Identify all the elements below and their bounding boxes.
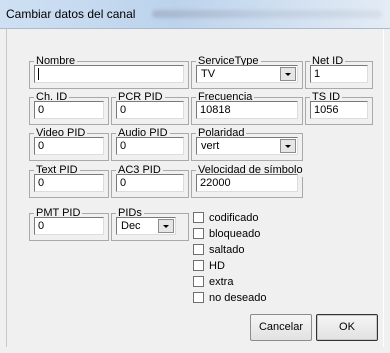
frecuencia-input[interactable]: 10818: [196, 101, 298, 119]
ok-button[interactable]: OK: [316, 314, 378, 341]
checkbox-box[interactable]: [193, 292, 204, 303]
dialog-window: Cambiar datos del canal Nombre ServiceTy…: [0, 0, 390, 353]
checkbox-label: extra: [209, 276, 234, 288]
title-bar-blurred-region: [152, 10, 382, 18]
pids-select[interactable]: Dec: [116, 217, 176, 235]
ch-id-input[interactable]: 0: [34, 101, 104, 119]
cancel-button[interactable]: Cancelar: [250, 314, 312, 341]
pmt-pid-input[interactable]: 0: [34, 217, 104, 235]
ac3-pid-input[interactable]: 0: [116, 174, 184, 192]
checkbox-label: no deseado: [209, 292, 267, 304]
chevron-down-icon[interactable]: [280, 139, 296, 153]
polaridad-value: vert: [201, 140, 220, 152]
window-title: Cambiar datos del canal: [6, 7, 136, 21]
ts-id-input[interactable]: 1056: [310, 101, 368, 119]
checkbox-box[interactable]: [193, 276, 204, 287]
checkbox-box[interactable]: [193, 244, 204, 255]
checkbox-label: codificado: [209, 212, 259, 224]
audio-pid-input[interactable]: 0: [116, 137, 184, 155]
checkbox-label: bloqueado: [209, 228, 261, 240]
service-type-value: TV: [201, 68, 216, 80]
checkbox-label: saltado: [209, 244, 245, 256]
polaridad-select[interactable]: vert: [196, 137, 298, 155]
checkbox-box[interactable]: [193, 260, 204, 271]
title-bar: Cambiar datos del canal: [0, 0, 390, 29]
chevron-down-icon[interactable]: [280, 67, 296, 81]
checkbox-box[interactable]: [193, 212, 204, 223]
checkbox-label: HD: [209, 260, 225, 272]
pcr-pid-input[interactable]: 0: [116, 101, 184, 119]
checkbox-box[interactable]: [193, 228, 204, 239]
velocidad-input[interactable]: 22000: [196, 174, 298, 192]
pids-value: Dec: [121, 220, 141, 232]
text-pid-input[interactable]: 0: [34, 174, 104, 192]
chevron-down-icon[interactable]: [158, 219, 174, 233]
nombre-input[interactable]: [34, 65, 184, 83]
service-type-select[interactable]: TV: [196, 65, 298, 83]
net-id-input[interactable]: 1: [310, 65, 368, 83]
video-pid-input[interactable]: 0: [34, 137, 104, 155]
